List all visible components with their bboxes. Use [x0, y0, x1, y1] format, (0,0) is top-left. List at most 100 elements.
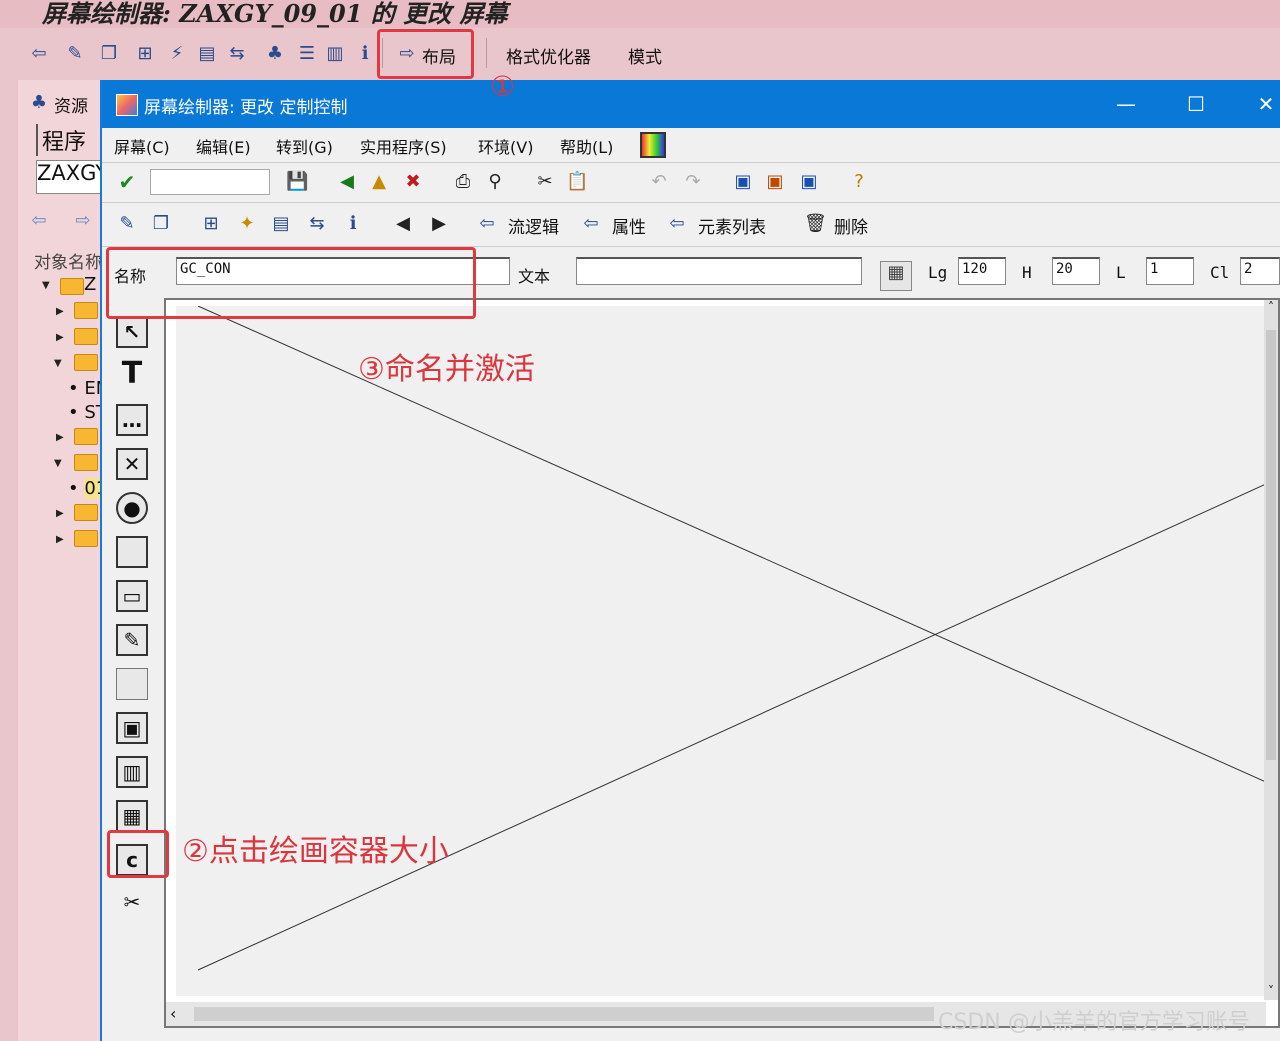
cl-input[interactable]: 2: [1240, 257, 1280, 285]
folder-icon: [60, 278, 84, 295]
watermark: CSDN @小羔羊的官方学习账号: [938, 1010, 1250, 1035]
magic-wand-icon[interactable]: ✦: [236, 213, 258, 235]
find-icon[interactable]: ⚲: [484, 171, 506, 193]
hierarchy-icon[interactable]: ⊞: [200, 213, 222, 235]
attributes-button[interactable]: 属性: [612, 213, 646, 238]
custom-control-area[interactable]: [176, 306, 1266, 996]
box-icon[interactable]: [116, 668, 148, 700]
scroll-down-icon[interactable]: ˅: [1264, 984, 1278, 1000]
lg-input[interactable]: 120: [958, 257, 1006, 285]
menu-edit[interactable]: 编辑(E): [196, 134, 251, 158]
hierarchy-icon[interactable]: ⊞: [134, 43, 156, 65]
screen-icon[interactable]: ▤: [196, 43, 218, 65]
tabstrip-icon[interactable]: ▭: [116, 580, 148, 612]
back-arrow-icon[interactable]: ⇦: [28, 43, 50, 65]
input-field-icon[interactable]: …: [116, 404, 148, 436]
tabstrip-wizard-icon[interactable]: ✎: [116, 624, 148, 656]
back-icon[interactable]: ◀: [336, 171, 358, 193]
pushbutton-icon[interactable]: [116, 536, 148, 568]
pen-icon[interactable]: ✎: [64, 43, 86, 65]
folder-icon: [74, 530, 98, 547]
table-control-icon[interactable]: ▥: [116, 756, 148, 788]
scroll-left-icon[interactable]: ‹: [170, 1004, 176, 1023]
nav-back-icon[interactable]: ⇦: [28, 210, 50, 232]
h-input[interactable]: 20: [1052, 257, 1100, 285]
folder-icon: [74, 428, 98, 445]
list-icon[interactable]: ☰: [296, 43, 318, 65]
minimize-icon[interactable]: —: [1106, 88, 1146, 120]
close-icon[interactable]: ✕: [1246, 88, 1280, 120]
print-icon[interactable]: ⎙: [452, 171, 474, 193]
mode-button[interactable]: 模式: [628, 43, 662, 68]
collapse-icon[interactable]: ▶: [56, 332, 64, 343]
vertical-scrollbar[interactable]: ˄ ˅: [1264, 300, 1278, 1000]
delete-button[interactable]: 删除: [834, 213, 868, 238]
dialog-title-bar: 屏幕绘制器: 更改 定制控制 — ☐ ✕: [102, 80, 1280, 128]
flow-logic-button[interactable]: 流逻辑: [508, 213, 559, 238]
lg-label: Lg: [928, 263, 948, 282]
collapse-icon[interactable]: ▶: [56, 306, 64, 317]
window-icon[interactable]: ▣: [798, 171, 820, 193]
vertical-scroll-thumb[interactable]: [1266, 330, 1276, 760]
menu-help[interactable]: 帮助(L): [560, 134, 613, 158]
element-list-arrow-icon: ⇦: [669, 213, 685, 234]
menu-environment[interactable]: 环境(V): [478, 134, 533, 158]
undo-icon[interactable]: ↶: [648, 171, 670, 193]
previous-icon[interactable]: ◀: [392, 213, 414, 235]
expand-icon[interactable]: ▼: [42, 280, 50, 291]
exit-icon[interactable]: ▲: [368, 171, 390, 193]
pen-icon[interactable]: ✎: [116, 213, 138, 235]
folder-icon: [74, 302, 98, 319]
paste-icon[interactable]: 📋: [566, 171, 588, 193]
window-icon[interactable]: ▣: [732, 171, 754, 193]
transport-icon[interactable]: ⇆: [226, 43, 248, 65]
l-input[interactable]: 1: [1146, 257, 1194, 285]
annotation-step-2: ②点击绘画容器大小: [182, 834, 449, 869]
collapse-icon[interactable]: ▶: [56, 534, 64, 545]
enter-check-icon[interactable]: ✔: [116, 171, 138, 193]
magic-wand-icon[interactable]: ⚡: [166, 43, 188, 65]
status-icon[interactable]: ✂: [116, 888, 148, 920]
outer-title-text: 屏幕绘制器: ZAXGY_09_01 的 更改 屏幕: [42, 0, 508, 28]
structure-icon[interactable]: ♣: [264, 43, 286, 65]
copy-icon[interactable]: ❐: [150, 213, 172, 235]
window-icon[interactable]: ▣: [764, 171, 786, 193]
screen-icon[interactable]: ▤: [270, 213, 292, 235]
scroll-up-icon[interactable]: ˄: [1264, 300, 1278, 316]
info-icon[interactable]: ℹ: [342, 213, 364, 235]
cancel-icon[interactable]: ✖: [402, 171, 424, 193]
menu-screen[interactable]: 屏幕(C): [114, 134, 170, 158]
redo-icon[interactable]: ↷: [682, 171, 704, 193]
menu-utilities[interactable]: 实用程序(S): [360, 134, 447, 158]
help-icon[interactable]: ?: [848, 171, 870, 193]
subscreen-icon[interactable]: ▣: [116, 712, 148, 744]
command-field[interactable]: [150, 169, 270, 195]
expand-icon[interactable]: ▼: [54, 358, 62, 369]
next-icon[interactable]: ▶: [428, 213, 450, 235]
transport-icon[interactable]: ⇆: [306, 213, 328, 235]
text-field-icon[interactable]: T: [116, 359, 148, 392]
text-input[interactable]: [576, 257, 862, 285]
copy-icon[interactable]: ❐: [98, 43, 120, 65]
cut-icon[interactable]: ✂: [534, 171, 556, 193]
horizontal-scroll-thumb[interactable]: [194, 1007, 934, 1021]
expand-icon[interactable]: ▼: [54, 458, 62, 469]
tree-root[interactable]: Z: [84, 274, 96, 295]
table-wizard-icon[interactable]: ▦: [116, 800, 148, 832]
format-optimizer-button[interactable]: 格式优化器: [506, 43, 591, 68]
collapse-icon[interactable]: ▶: [56, 432, 64, 443]
maximize-icon[interactable]: ☐: [1176, 88, 1216, 120]
save-icon[interactable]: 💾: [286, 171, 308, 193]
layout-menu-icon[interactable]: [640, 132, 666, 158]
menu-goto[interactable]: 转到(G): [276, 134, 333, 158]
dictionary-icon[interactable]: ▦: [880, 261, 912, 291]
nav-forward-icon[interactable]: ⇨: [72, 210, 94, 232]
collapse-icon[interactable]: ▶: [56, 508, 64, 519]
screen-layout-canvas[interactable]: ˄ ˅ ‹: [164, 298, 1280, 1028]
radio-button-icon[interactable]: ●: [116, 492, 148, 524]
element-list-button[interactable]: 元素列表: [698, 213, 766, 238]
table-icon[interactable]: ▥: [324, 43, 346, 65]
checkbox-icon[interactable]: ✕: [116, 448, 148, 480]
pointer-icon[interactable]: ↖: [116, 316, 148, 348]
info-icon[interactable]: ℹ: [354, 43, 376, 65]
